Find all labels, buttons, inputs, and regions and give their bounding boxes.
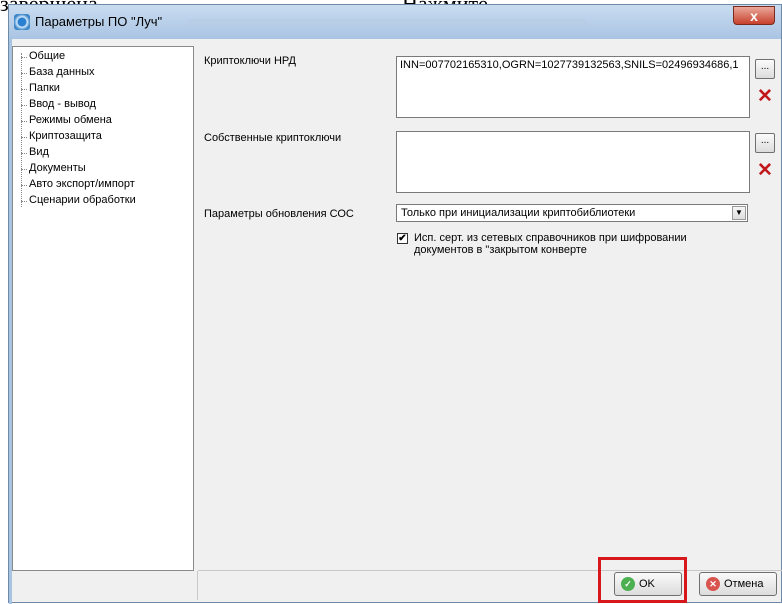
app-icon: [14, 14, 30, 30]
tree-item-view[interactable]: Вид: [21, 146, 49, 158]
footer-divider: [198, 570, 782, 571]
ok-button-highlight: [598, 557, 687, 603]
tree-item-folders[interactable]: Папки: [21, 82, 60, 94]
window-title: Параметры ПО "Луч": [35, 14, 163, 29]
title-bar-blur: [187, 19, 587, 27]
own-keys-delete-icon[interactable]: ✕: [755, 161, 775, 181]
nrd-keys-label: Криптоключи НРД: [204, 55, 296, 67]
tree-item-documents[interactable]: Документы: [21, 162, 86, 174]
settings-tree: Общие База данных Папки Ввод - вывод Реж…: [12, 46, 194, 571]
cancel-button[interactable]: ✕ Отмена: [699, 572, 777, 596]
network-cert-label: Исп. серт. из сетевых справочников при ш…: [414, 232, 687, 256]
close-button[interactable]: x: [733, 6, 775, 25]
tree-item-scenarios[interactable]: Сценарии обработки: [21, 194, 136, 206]
tree-item-crypto[interactable]: Криптозащита: [21, 130, 102, 142]
tree-item-database[interactable]: База данных: [21, 66, 95, 78]
nrd-keys-delete-icon[interactable]: ✕: [755, 87, 775, 107]
network-cert-checkbox[interactable]: ✔: [397, 233, 408, 244]
nrd-keys-browse-button[interactable]: ...: [755, 59, 775, 79]
nrd-keys-field[interactable]: INN=007702165310,OGRN=1027739132563,SNIL…: [396, 56, 750, 118]
network-cert-label-line2: документов в "закрытом конверте: [414, 244, 587, 256]
own-keys-field[interactable]: [396, 131, 750, 193]
tree-item-auto-export[interactable]: Авто экспорт/импорт: [21, 178, 135, 190]
tree-item-exchange-modes[interactable]: Режимы обмена: [21, 114, 112, 126]
update-params-label: Параметры обновления СОС: [204, 208, 354, 220]
update-params-value: Только при инициализации криптобиблиотек…: [401, 207, 636, 219]
own-keys-label: Собственные криптоключи: [204, 132, 342, 144]
cancel-icon: ✕: [706, 577, 720, 591]
own-keys-browse-button[interactable]: ...: [755, 133, 775, 153]
tree-item-general[interactable]: Общие: [21, 50, 65, 62]
title-bar[interactable]: Параметры ПО "Луч" x: [9, 5, 781, 39]
chevron-down-icon[interactable]: ▼: [732, 206, 746, 220]
footer-vertical-divider: [197, 571, 198, 600]
network-cert-label-line1: Исп. серт. из сетевых справочников при ш…: [414, 232, 687, 244]
settings-dialog: Параметры ПО "Луч" x Общие База данных П…: [8, 4, 782, 604]
update-params-select[interactable]: Только при инициализации криптобиблиотек…: [396, 204, 748, 222]
tree-item-input-output[interactable]: Ввод - вывод: [21, 98, 96, 110]
cancel-button-label: Отмена: [724, 578, 764, 590]
